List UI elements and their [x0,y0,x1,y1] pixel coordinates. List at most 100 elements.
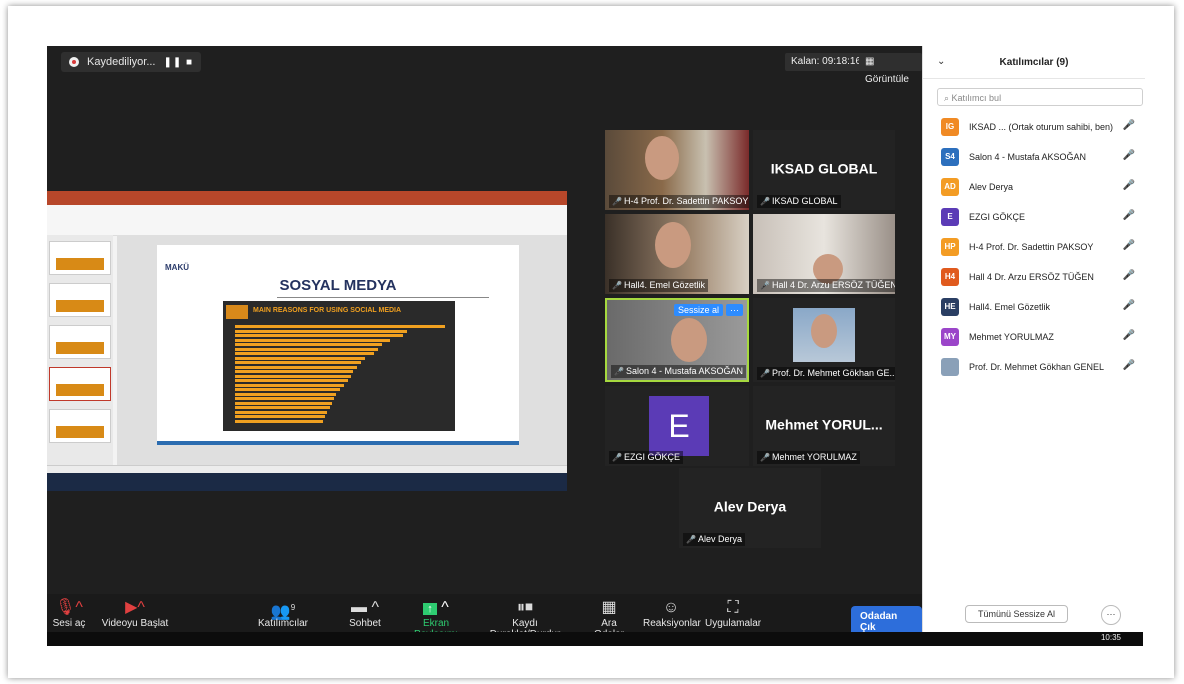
mute-participant-button[interactable]: Sessize al [673,304,723,316]
participant-face [655,222,691,268]
slide-thumbnails [47,235,113,465]
chart-bar [235,383,345,387]
video-tile[interactable]: IKSAD GLOBAL IKSAD GLOBAL [753,130,895,210]
video-off-icon: ▶^ [125,599,145,616]
tile-name: IKSAD GLOBAL [757,195,841,208]
video-tile-active[interactable]: Sessize al ··· Salon 4 - Mustafa AKSOĞAN [605,298,749,382]
unmute-label: Sesi aç [52,618,86,629]
mic-muted-icon[interactable]: 🎤 [1123,210,1135,221]
participants-header: ⌄ Katılımcılar (9) [923,46,1145,79]
participant-row[interactable]: Prof. Dr. Mehmet Gökhan GENEL 🎤 [941,356,1145,378]
participant-row[interactable]: HE Hall4. Emel Gözetlik 🎤 [941,296,1145,318]
mic-muted-icon[interactable]: 🎤 [1123,120,1135,131]
participant-name: Salon 4 - Mustafa AKSOĞAN [969,152,1087,162]
start-video-button[interactable]: ▶^ Videoyu Başlat [95,598,175,629]
slide-thumbnail [49,367,111,401]
participant-row[interactable]: HP H-4 Prof. Dr. Sadettin PAKSOY 🎤 [941,236,1145,258]
participant-avatar: E [941,208,959,226]
participants-title: Katılımcılar (9) [999,57,1069,68]
participant-row[interactable]: S4 Salon 4 - Mustafa AKSOĞAN 🎤 [941,146,1145,168]
breakout-rooms-icon: ▦ [601,599,617,616]
chart-bar [235,361,361,364]
participants-icon: 👥9 [270,603,296,621]
apps-button[interactable]: ⛶ Uygulamalar [705,598,761,629]
participant-avatar [941,358,959,376]
shared-screen: MAKÜ SOSYAL MEDYA MAIN REASONS FOR USING… [47,191,567,491]
chat-label: Sohbet [349,618,381,629]
participant-avatar: AD [941,178,959,196]
tile-more-button[interactable]: ··· [726,304,743,316]
participant-name: Mehmet YORULMAZ [969,332,1054,342]
participant-row[interactable]: MY Mehmet YORULMAZ 🎤 [941,326,1145,348]
chart-bar [235,374,351,378]
video-tile[interactable]: E EZGI GÖKÇE [605,386,749,466]
participant-row[interactable]: AD Alev Derya 🎤 [941,176,1145,198]
start-video-label: Videoyu Başlat [101,618,169,629]
mic-muted-icon[interactable]: 🎤 [1123,180,1135,191]
mic-muted-icon[interactable]: 🎤 [1123,240,1135,251]
reactions-label: Reaksiyonlar [643,618,701,629]
recording-controls[interactable]: ❚❚ ■ [163,57,193,68]
participant-face [671,318,707,362]
share-screen-icon: ↑ ^ [401,598,471,618]
participant-avatar: S4 [941,148,959,166]
chart-bar [235,338,391,342]
video-tile[interactable]: Alev Derya Alev Derya [679,468,821,548]
participants-count: 9 [290,603,296,612]
ppt-body: MAKÜ SOSYAL MEDYA MAIN REASONS FOR USING… [47,235,567,465]
video-tile[interactable]: Mehmet YORUL... Mehmet YORULMAZ [753,386,895,466]
participant-name: Hall 4 Dr. Arzu ERSÖZ TÜĞEN [969,272,1094,282]
chart-bar [235,419,324,423]
view-label: Görüntüle [865,74,909,85]
recording-indicator[interactable]: Kaydediliyor... ❚❚ ■ [61,52,202,72]
chart-bar [235,365,357,369]
participant-name: Hall4. Emel Gözetlik [969,302,1051,312]
participant-row[interactable]: H4 Hall 4 Dr. Arzu ERSÖZ TÜĞEN 🎤 [941,266,1145,288]
participant-row[interactable]: IG IKSAD ... (Ortak oturum sahibi, ben) 🎤 [941,116,1145,138]
chart-bar [235,347,378,351]
participant-avatar: E [649,396,709,456]
chart-bar [235,370,353,373]
video-tile[interactable]: Hall 4 Dr. Arzu ERSÖZ TÜĞEN [753,214,895,294]
video-tile[interactable]: Hall4. Emel Gözetlik [605,214,749,294]
participant-avatar: MY [941,328,959,346]
taskbar-clock: 10:35 [1100,633,1121,642]
tile-name: Salon 4 - Mustafa AKSOĞAN [611,365,747,378]
search-placeholder: Katılımcı bul [951,93,1002,103]
chart-bar [235,392,336,396]
mic-muted-icon[interactable]: 🎤 [1123,270,1135,281]
mic-muted-icon[interactable]: 🎤 [1123,360,1135,371]
slide-thumbnail [49,283,111,317]
mic-muted-icon[interactable]: 🎤 [1123,150,1135,161]
tile-big-name: Mehmet YORUL... [765,416,883,433]
chart-bar [235,406,330,409]
slide-canvas: MAKÜ SOSYAL MEDYA MAIN REASONS FOR USING… [117,235,567,465]
chat-button[interactable]: ▬ ^ Sohbet [343,598,387,629]
slide-logo: MAKÜ [165,263,189,272]
reactions-button[interactable]: ☺ Reaksiyonlar [643,598,701,629]
chat-icon: ▬ ^ [351,599,379,616]
mic-muted-icon[interactable]: 🎤 [1123,330,1135,341]
unmute-button[interactable]: 🎙^ Sesi aç [49,598,89,629]
view-button[interactable]: ▦ Görüntüle [859,53,922,85]
participants-button[interactable]: 👥9 Katılımcılar [253,598,313,629]
mute-all-button[interactable]: Tümünü Sessize Al [965,605,1069,623]
participant-row[interactable]: E EZGI GÖKÇE 🎤 [941,206,1145,228]
participant-search-input[interactable]: ⌕ Katılımcı bul [937,88,1143,106]
recording-label: Kaydediliyor... [87,56,156,68]
participant-name: H-4 Prof. Dr. Sadettin PAKSOY [969,242,1094,252]
slide-chart: MAIN REASONS FOR USING SOCIAL MEDIA [223,301,455,431]
mic-muted-icon[interactable]: 🎤 [1123,300,1135,311]
video-tile[interactable]: Prof. Dr. Mehmet Gökhan GE... [753,298,895,382]
chart-bar [235,410,328,414]
video-tile[interactable]: H-4 Prof. Dr. Sadettin PAKSOY [605,130,749,210]
participant-face [811,314,837,348]
tile-name: H-4 Prof. Dr. Sadettin PAKSOY [609,195,749,208]
chart-heading: MAIN REASONS FOR USING SOCIAL MEDIA [253,307,402,314]
apps-icon: ⛶ [727,599,739,616]
more-options-button[interactable]: ··· [1101,605,1121,625]
tile-name: Prof. Dr. Mehmet Gökhan GE... [757,367,895,380]
remote-taskbar [47,473,567,491]
apps-label: Uygulamalar [705,618,762,629]
zoom-meeting-window: Kaydediliyor... ❚❚ ■ Kalan: 09:18:16 ▦ G… [47,46,922,646]
